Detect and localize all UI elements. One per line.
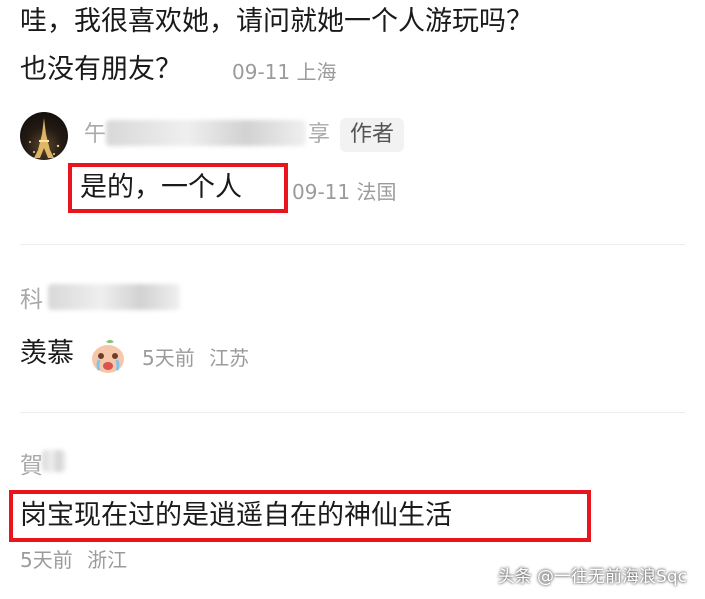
comment2-text: 羡慕 [20, 338, 74, 369]
comment3-location: 浙江 [87, 548, 128, 572]
blurred-username [42, 450, 66, 472]
comment3-username-start: 賀 [20, 453, 43, 479]
comment2-location: 江苏 [209, 346, 250, 370]
reply-date: 09-11 [292, 180, 351, 204]
comment2-date: 5天前 [142, 346, 195, 370]
comment-text-line1: 哇，我很喜欢她，请问就她一个人游玩吗？ [20, 6, 533, 37]
blurred-author-name [106, 120, 306, 146]
reply-author-name-end: 享 [308, 122, 331, 147]
watermark: 头条 @一往无前海浪Sqc [497, 567, 687, 587]
comment3-text: 岗宝现在过的是逍遥自在的神仙生活 [20, 500, 452, 531]
comment-meta: 09-11 上海 [232, 58, 336, 86]
crying-face-icon [92, 340, 124, 373]
reply-location: 法国 [356, 180, 397, 204]
divider [20, 244, 685, 245]
comment3-meta: 5天前 浙江 [20, 546, 127, 574]
author-tag: 作者 [340, 118, 405, 152]
eiffel-tower-avatar-icon [29, 118, 60, 158]
reply-meta: 09-11 法国 [292, 178, 396, 206]
comment-location: 上海 [296, 60, 337, 84]
blurred-username [48, 284, 180, 310]
comment2-meta: 5天前 江苏 [142, 344, 249, 372]
reply-text: 是的，一个人 [80, 172, 242, 203]
author-avatar[interactable] [20, 112, 68, 160]
divider [20, 412, 685, 413]
reply-author-name-start: 午 [84, 122, 107, 147]
comment-date: 09-11 [232, 60, 291, 84]
comment3-date: 5天前 [20, 548, 73, 572]
comment-text-line2: 也没有朋友？ [20, 54, 182, 85]
comment2-username-start: 科 [20, 287, 43, 313]
